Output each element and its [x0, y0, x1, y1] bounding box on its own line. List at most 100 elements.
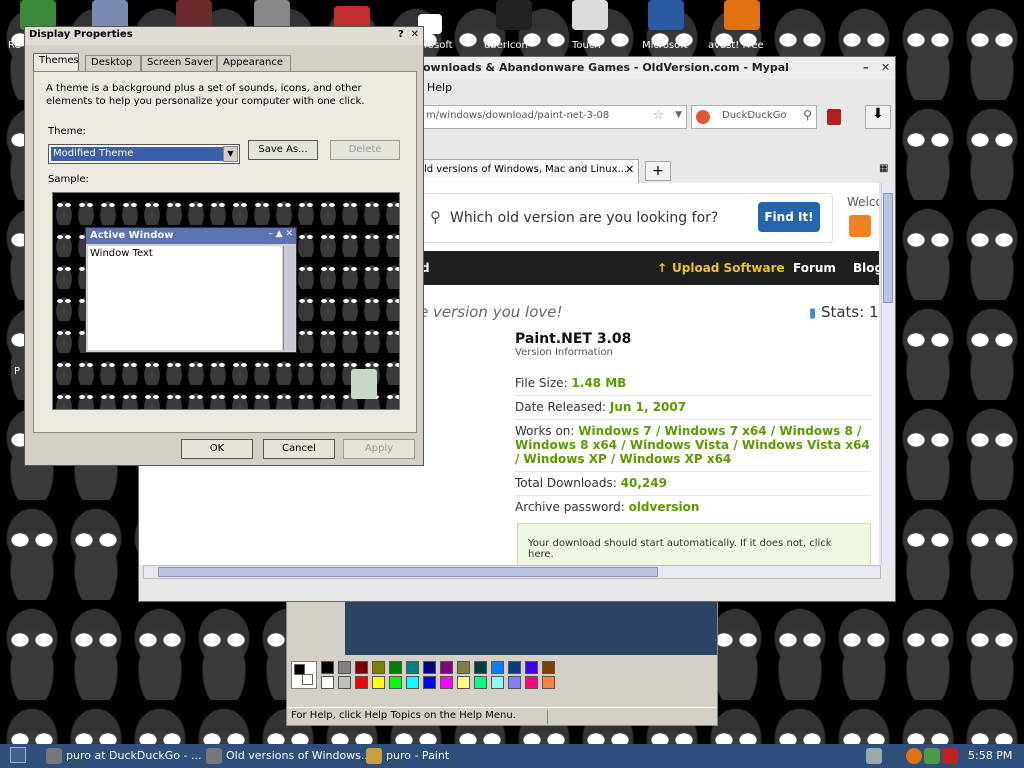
file-size-value: 1.48 MB	[571, 376, 627, 390]
palette-swatch[interactable]	[440, 676, 453, 689]
save-as-button[interactable]: Save As...	[248, 140, 318, 160]
raccoon-icon	[46, 748, 62, 764]
task-oldversion[interactable]: Old versions of Windows...	[204, 746, 371, 766]
nav-upload[interactable]: Upload Software	[672, 261, 785, 275]
task-paint[interactable]: puro - Paint	[364, 746, 449, 766]
palette-swatch[interactable]	[321, 661, 334, 674]
theme-description: A theme is a background plus a set of so…	[46, 83, 365, 107]
palette-swatch[interactable]	[389, 661, 402, 674]
download-icon[interactable]: ⬇	[865, 105, 891, 129]
palette-swatch[interactable]	[491, 661, 504, 674]
touch-icon[interactable]	[572, 0, 608, 30]
addon-icon[interactable]	[827, 109, 841, 125]
task-label: Old versions of Windows...	[226, 749, 372, 762]
cancel-button[interactable]: Cancel	[263, 439, 335, 459]
palette-swatch[interactable]	[525, 661, 538, 674]
current-colors[interactable]	[291, 661, 317, 689]
palette-swatch[interactable]	[406, 661, 419, 674]
window-text: Window Text	[88, 246, 282, 350]
tab-screen-saver[interactable]: Screen Saver	[141, 55, 217, 71]
url-bar[interactable]: m/windows/download/paint-net-3-08 ☆ ▼	[419, 105, 687, 129]
clock[interactable]: 5:58 PM	[968, 749, 1012, 762]
microsoft-icon[interactable]	[648, 0, 684, 30]
horizontal-scrollbar[interactable]	[143, 565, 881, 579]
new-tab-button[interactable]: +	[645, 161, 671, 181]
avast-icon[interactable]	[724, 0, 760, 30]
delete-button[interactable]: Delete	[330, 140, 400, 160]
browser-tray-icon[interactable]	[906, 748, 922, 764]
tab-list-icon[interactable]: ▦	[879, 163, 888, 174]
uberlcon-icon[interactable]	[496, 0, 532, 30]
palette-swatch[interactable]	[525, 676, 538, 689]
desktop-icon-label: Touch	[572, 40, 601, 51]
palette-swatch[interactable]	[372, 661, 385, 674]
palette-swatch[interactable]	[406, 676, 419, 689]
menu-help[interactable]: Help	[427, 81, 452, 94]
site-nav: d ↑ Upload Software Forum Blog	[419, 251, 879, 285]
find-it-button[interactable]: Find It!	[758, 202, 820, 232]
date-value: Jun 1, 2007	[609, 400, 687, 414]
palette-swatch[interactable]	[542, 661, 555, 674]
apply-button[interactable]: Apply	[343, 439, 415, 459]
palette-swatch[interactable]	[508, 661, 521, 674]
paint-canvas[interactable]	[345, 601, 717, 655]
tagline: e version you love!	[419, 303, 563, 321]
scroll-thumb[interactable]	[158, 567, 658, 577]
palette-swatch[interactable]	[321, 676, 334, 689]
tab-desktop[interactable]: Desktop	[85, 55, 141, 71]
palette-swatch[interactable]	[423, 661, 436, 674]
network-error-icon[interactable]	[942, 748, 958, 764]
minimize-icon[interactable]: –	[863, 61, 869, 74]
palette-swatch[interactable]	[457, 676, 470, 689]
themes-panel: A theme is a background plus a set of so…	[33, 71, 417, 433]
tab-title: ld versions of Windows, Mac and Linux...	[424, 164, 628, 175]
palette-swatch[interactable]	[372, 676, 385, 689]
task-duckduckgo[interactable]: puro at DuckDuckGo - ...	[44, 746, 201, 766]
palette-swatch[interactable]	[338, 661, 351, 674]
taskbar: puro at DuckDuckGo - ... Old versions of…	[0, 744, 1024, 768]
scroll-thumb[interactable]	[883, 193, 893, 303]
dialog-title-bar[interactable]: Display Properties ? ✕	[25, 27, 423, 45]
palette-swatch[interactable]	[389, 676, 402, 689]
palette-swatch[interactable]	[491, 676, 504, 689]
ok-button[interactable]: OK	[181, 439, 253, 459]
search-icon[interactable]: ⚲	[803, 108, 812, 122]
palette-swatch[interactable]	[355, 661, 368, 674]
search-bar[interactable]: DuckDuckGo ⚲	[691, 105, 817, 129]
shield-icon[interactable]	[924, 748, 940, 764]
close-icon[interactable]: ✕	[411, 29, 419, 40]
desktop-icon-label: P	[14, 366, 21, 377]
site-search-input[interactable]: Which old version are you looking for?	[450, 210, 718, 226]
vertical-scrollbar[interactable]	[881, 183, 895, 565]
help-icon[interactable]: ?	[398, 29, 404, 40]
start-button[interactable]	[10, 747, 26, 763]
keyboard-icon[interactable]	[866, 748, 882, 764]
close-icon[interactable]: ✕	[881, 61, 890, 74]
palette-swatch[interactable]	[474, 676, 487, 689]
theme-label: Theme:	[48, 126, 86, 137]
palette-swatch[interactable]	[508, 676, 521, 689]
stats-link[interactable]: ▮ Stats: 1	[809, 303, 879, 321]
palette-swatch[interactable]	[474, 661, 487, 674]
palette-swatch[interactable]	[355, 676, 368, 689]
tab-themes[interactable]: Themes	[33, 53, 79, 72]
chevron-down-icon[interactable]: ▼	[223, 146, 238, 162]
dropdown-icon[interactable]: ▼	[675, 110, 682, 120]
file-size-row: File Size: 1.48 MB	[515, 372, 871, 396]
tab-appearance[interactable]: Appearance	[217, 55, 291, 71]
palette-swatch[interactable]	[457, 661, 470, 674]
version-info: Paint.NET 3.08 Version Information File …	[515, 331, 871, 519]
rss-icon[interactable]	[849, 215, 871, 237]
password-label: Archive password:	[515, 500, 625, 514]
palette-swatch[interactable]	[440, 661, 453, 674]
palette-swatch[interactable]	[542, 676, 555, 689]
download-notice[interactable]: Your download should start automatically…	[517, 523, 871, 565]
bookmark-star-icon[interactable]: ☆	[652, 108, 664, 123]
nav-forum[interactable]: Forum	[793, 261, 836, 275]
tab-close-icon[interactable]: ✕	[625, 163, 634, 176]
tab-oldversion[interactable]: ld versions of Windows, Mac and Linux...	[417, 159, 639, 183]
nav-blog[interactable]: Blog	[853, 261, 879, 275]
palette-swatch[interactable]	[423, 676, 436, 689]
theme-select[interactable]: Modified Theme ▼	[48, 144, 240, 164]
palette-swatch[interactable]	[338, 676, 351, 689]
